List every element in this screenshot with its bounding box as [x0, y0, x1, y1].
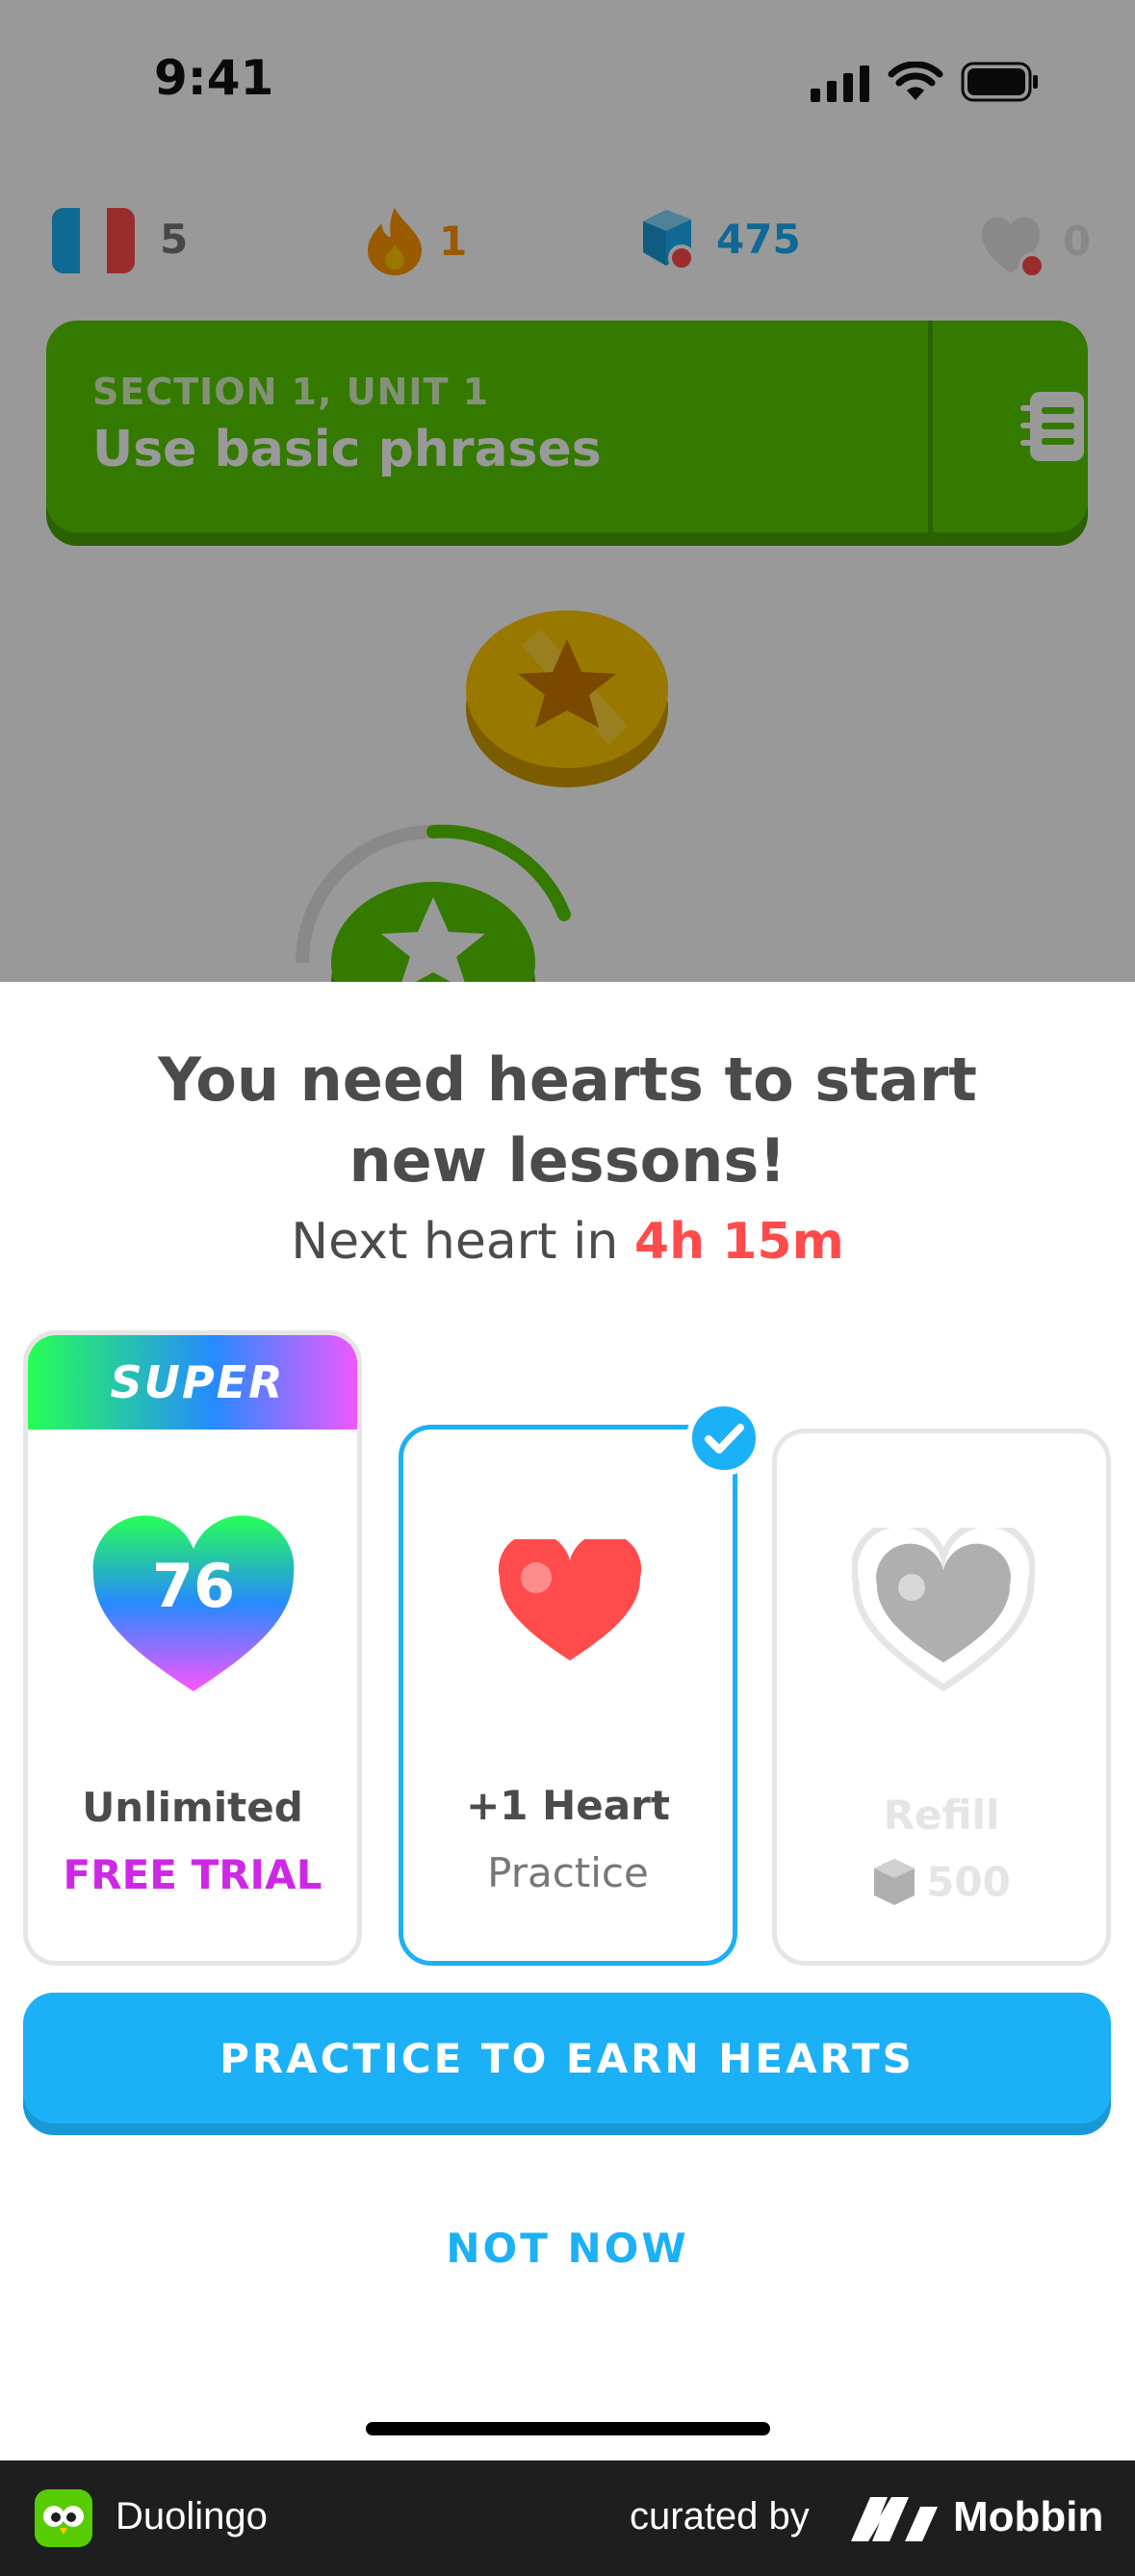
footer-app-name: Duolingo: [116, 2495, 268, 2537]
mobbin-logo-icon: [851, 2497, 938, 2541]
sheet-title-line-1: You need hearts to start: [158, 1044, 977, 1115]
dim-overlay[interactable]: [0, 0, 1135, 982]
option-super-title: Unlimited: [82, 1784, 303, 1831]
option-practice-card[interactable]: +1 Heart Practice: [399, 1425, 737, 1966]
option-refill-price: 500: [777, 1857, 1106, 1907]
practice-earn-hearts-button[interactable]: PRACTICE TO EARN HEARTS: [23, 1993, 1111, 2124]
next-heart-timer: Next heart in 4h 15m: [0, 1213, 1135, 1271]
next-heart-time: 4h 15m: [633, 1213, 844, 1271]
home-indicator: [366, 2422, 770, 2435]
checkmark-icon: [686, 1401, 761, 1476]
gray-heart-icon: [852, 1528, 1035, 1692]
unlimited-heart-value: 76: [152, 1551, 235, 1621]
not-now-button[interactable]: NOT NOW: [0, 2224, 1135, 2273]
unlimited-heart-icon: 76: [92, 1515, 295, 1691]
footer-curated-by: curated by: [630, 2495, 810, 2537]
option-practice-title: +1 Heart: [466, 1782, 670, 1829]
super-badge-label: SUPER: [110, 1356, 285, 1408]
option-refill-title: Refill: [883, 1791, 1000, 1839]
option-refill-card[interactable]: Refill 500: [772, 1429, 1111, 1966]
mobbin-footer: Duolingo curated by Mobbin: [0, 2460, 1135, 2576]
hearts-sheet: You need hearts to start new lessons! Ne…: [0, 982, 1135, 2460]
gem-icon: [874, 1859, 916, 1905]
footer-brand: Mobbin: [953, 2493, 1104, 2540]
option-refill-cost: 500: [926, 1858, 1011, 1906]
super-badge: SUPER: [28, 1335, 357, 1430]
option-super-subtitle: FREE TRIAL: [63, 1851, 322, 1898]
red-heart-icon: [498, 1539, 642, 1661]
next-heart-prefix: Next heart in: [291, 1213, 634, 1271]
duolingo-logo-icon: [35, 2489, 92, 2547]
option-practice-subtitle: Practice: [487, 1849, 649, 1896]
sheet-title-line-2: new lessons!: [348, 1125, 787, 1196]
option-super-card[interactable]: SUPER 76 Unlimited FREE TRIAL: [23, 1330, 362, 1966]
sheet-title: You need hearts to start new lessons!: [0, 1040, 1135, 1201]
